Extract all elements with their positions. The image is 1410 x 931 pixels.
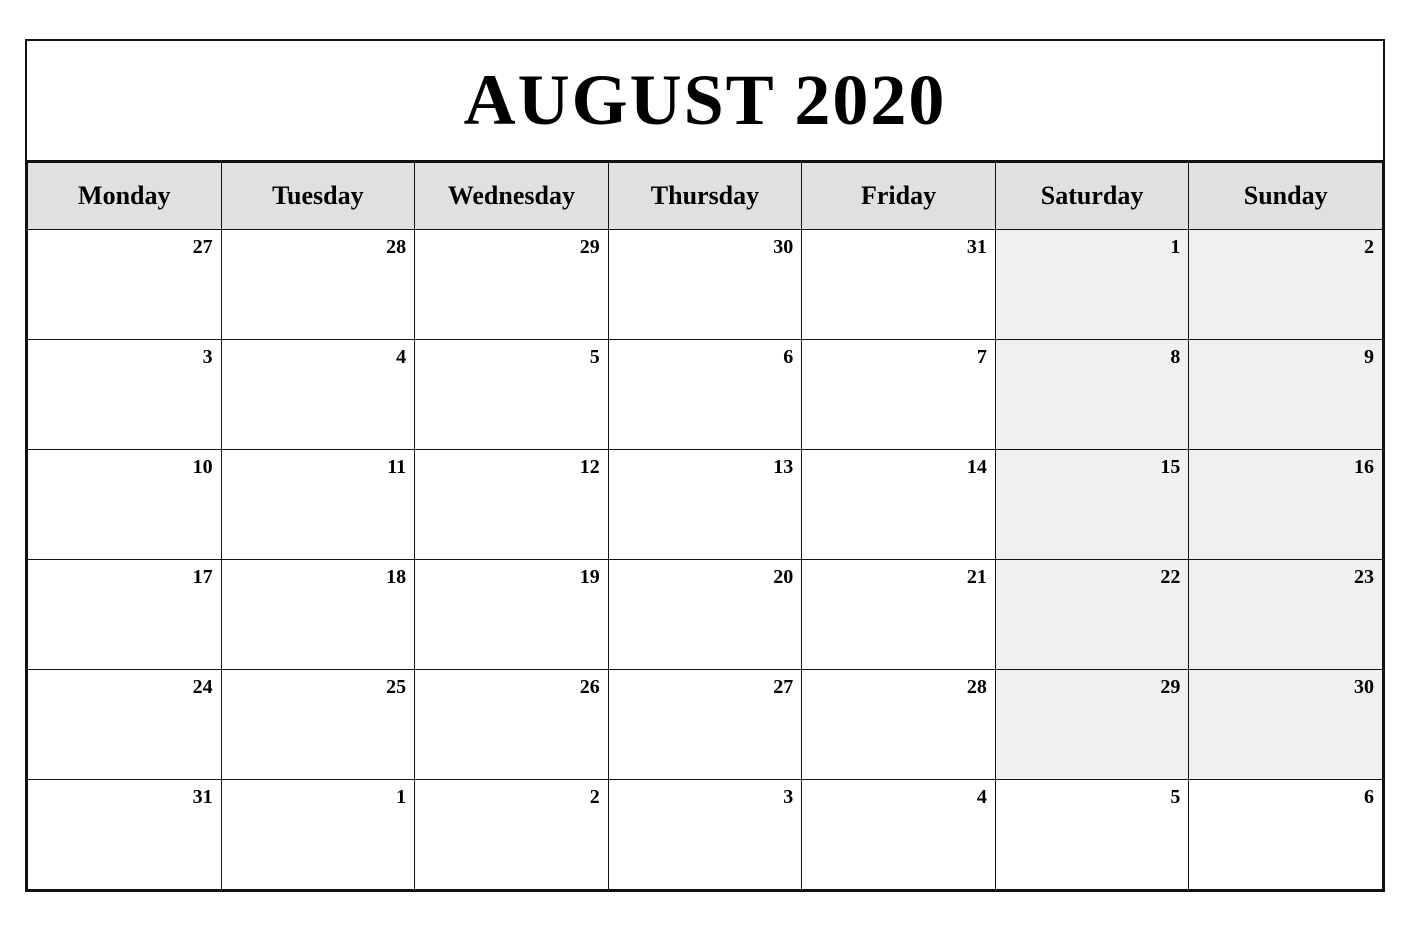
- calendar-day[interactable]: 1: [995, 230, 1189, 340]
- calendar-day[interactable]: 18: [221, 560, 415, 670]
- week-row-2: 3456789: [28, 340, 1383, 450]
- calendar-day[interactable]: 21: [802, 560, 996, 670]
- calendar-day[interactable]: 22: [995, 560, 1189, 670]
- calendar-day[interactable]: 20: [608, 560, 802, 670]
- calendar-grid: MondayTuesdayWednesdayThursdayFridaySatu…: [27, 162, 1383, 890]
- calendar-day[interactable]: 7: [802, 340, 996, 450]
- calendar-day[interactable]: 17: [28, 560, 222, 670]
- calendar-day[interactable]: 29: [995, 670, 1189, 780]
- calendar-day[interactable]: 23: [1189, 560, 1383, 670]
- calendar-day[interactable]: 30: [608, 230, 802, 340]
- day-header-wednesday: Wednesday: [415, 163, 609, 230]
- calendar-day[interactable]: 8: [995, 340, 1189, 450]
- calendar-day[interactable]: 26: [415, 670, 609, 780]
- calendar-day[interactable]: 10: [28, 450, 222, 560]
- calendar-day[interactable]: 15: [995, 450, 1189, 560]
- calendar-title: AUGUST 2020: [27, 41, 1383, 162]
- calendar-day[interactable]: 4: [221, 340, 415, 450]
- calendar-day[interactable]: 16: [1189, 450, 1383, 560]
- calendar-day[interactable]: 27: [28, 230, 222, 340]
- day-header-thursday: Thursday: [608, 163, 802, 230]
- calendar-day[interactable]: 24: [28, 670, 222, 780]
- calendar-day[interactable]: 31: [28, 780, 222, 890]
- calendar-day[interactable]: 6: [608, 340, 802, 450]
- calendar-day[interactable]: 2: [1189, 230, 1383, 340]
- calendar-day[interactable]: 31: [802, 230, 996, 340]
- calendar-day[interactable]: 25: [221, 670, 415, 780]
- calendar-day[interactable]: 12: [415, 450, 609, 560]
- day-header-saturday: Saturday: [995, 163, 1189, 230]
- calendar-day[interactable]: 28: [802, 670, 996, 780]
- calendar-day[interactable]: 6: [1189, 780, 1383, 890]
- week-row-1: 272829303112: [28, 230, 1383, 340]
- calendar-container: AUGUST 2020 MondayTuesdayWednesdayThursd…: [25, 39, 1385, 892]
- calendar-day[interactable]: 4: [802, 780, 996, 890]
- calendar-day[interactable]: 9: [1189, 340, 1383, 450]
- calendar-day[interactable]: 29: [415, 230, 609, 340]
- week-row-5: 24252627282930: [28, 670, 1383, 780]
- day-header-sunday: Sunday: [1189, 163, 1383, 230]
- day-header-friday: Friday: [802, 163, 996, 230]
- week-row-6: 31123456: [28, 780, 1383, 890]
- calendar-day[interactable]: 11: [221, 450, 415, 560]
- day-header-row: MondayTuesdayWednesdayThursdayFridaySatu…: [28, 163, 1383, 230]
- calendar-day[interactable]: 3: [28, 340, 222, 450]
- calendar-day[interactable]: 1: [221, 780, 415, 890]
- calendar-day[interactable]: 30: [1189, 670, 1383, 780]
- calendar-day[interactable]: 3: [608, 780, 802, 890]
- calendar-day[interactable]: 19: [415, 560, 609, 670]
- day-header-monday: Monday: [28, 163, 222, 230]
- calendar-day[interactable]: 14: [802, 450, 996, 560]
- week-row-3: 10111213141516: [28, 450, 1383, 560]
- calendar-day[interactable]: 5: [995, 780, 1189, 890]
- calendar-day[interactable]: 5: [415, 340, 609, 450]
- day-header-tuesday: Tuesday: [221, 163, 415, 230]
- calendar-day[interactable]: 27: [608, 670, 802, 780]
- calendar-day[interactable]: 28: [221, 230, 415, 340]
- calendar-day[interactable]: 2: [415, 780, 609, 890]
- week-row-4: 17181920212223: [28, 560, 1383, 670]
- calendar-day[interactable]: 13: [608, 450, 802, 560]
